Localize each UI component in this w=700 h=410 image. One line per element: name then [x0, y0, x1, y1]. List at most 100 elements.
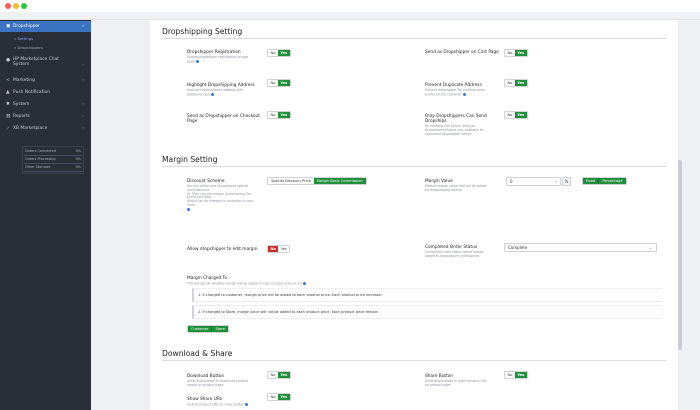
sidebar-item-push-notification[interactable]: ▲ Push Notification [0, 87, 91, 98]
field-label-send-checkout-page: Send as Dropshipper on Checkout Page [187, 114, 260, 124]
chevron-right-icon: › [82, 102, 84, 107]
info-icon [303, 282, 307, 285]
toggle-prevent-duplicate[interactable]: No Yes [504, 79, 528, 87]
chevron-right-icon: › [82, 126, 84, 131]
toggle-show-share-url[interactable]: No Yes [267, 393, 291, 401]
option-store[interactable]: Store [211, 326, 228, 332]
chevron-down-icon: › [82, 24, 84, 29]
margin-value-input[interactable]: 0 ⇕ [506, 177, 561, 186]
field-desc-share-button: Allow dropshipper to share product URL o… [425, 379, 487, 387]
scrollbar-thumb[interactable] [678, 160, 682, 350]
divider [162, 38, 666, 39]
stat-orders-completed: Orders Completed 0% [24, 149, 82, 156]
toggle-only-dropshippers[interactable]: No Yes [504, 111, 528, 119]
toggle-option-yes[interactable]: Yes [277, 372, 290, 378]
sidebar: ▣ Dropshipper › » Settings » Dropshipper… [0, 20, 91, 410]
completed-order-status-select[interactable]: Complete ⌄ [504, 243, 657, 252]
divider [162, 166, 666, 167]
field-desc-prevent-duplicate: Prevent dropshipper for creating same pr… [425, 88, 485, 97]
field-desc-only-dropshippers: By enabling this option, send as Dropshi… [425, 124, 484, 136]
field-desc-discount-scheme: You can either give dropshipper special … [187, 184, 255, 212]
toggle-option-yes[interactable]: Yes [514, 80, 527, 86]
window-titlebar [0, 0, 700, 12]
toggle-option-no[interactable]: No [268, 50, 278, 56]
field-desc-margin-value: Default margin value that will be added … [425, 184, 487, 192]
line-chart-icon: ⟋ [6, 126, 10, 132]
margin-type-selector[interactable]: Fixed Percentage [582, 177, 627, 185]
info-icon [462, 92, 466, 96]
cart-icon: ▣ [6, 24, 11, 29]
option-special-discount-price[interactable]: Special Discount Price [268, 178, 314, 184]
option-fixed[interactable]: Fixed [583, 178, 599, 184]
toggle-option-no[interactable]: No [268, 372, 278, 378]
toggle-option-yes[interactable]: Yes [514, 112, 527, 118]
field-label-edit-margin: Allow dropshipper to edit margin [187, 247, 258, 252]
sidebar-subitem-settings[interactable]: » Settings [14, 36, 33, 41]
option-percentage[interactable]: Percentage [598, 178, 626, 184]
toggle-option-yes[interactable]: Yes [277, 112, 290, 118]
settings-panel: Dropshipping Setting Dropshipper Registr… [150, 20, 678, 410]
sidebar-item-reports[interactable]: ▥ Reports › [0, 111, 91, 122]
stepper-icon[interactable]: ⇕ [554, 180, 557, 184]
toggle-highlight-address[interactable]: No Yes [267, 79, 291, 87]
toggle-dropshipper-registration[interactable]: No Yes [267, 49, 291, 57]
close-window-button[interactable] [5, 3, 11, 9]
field-desc-margin-charged-to: This will decide whether margin will be … [187, 282, 387, 286]
chat-icon: ● [6, 58, 11, 63]
toggle-share-button[interactable]: No Yes [504, 371, 528, 379]
sidebar-item-xb-marketplace[interactable]: ⟋ XB Marketplace › [0, 123, 91, 134]
browser-toolbar [0, 12, 700, 20]
toggle-send-cart-page[interactable]: No Yes [504, 49, 528, 57]
chevron-right-icon: › [82, 78, 84, 83]
stat-other-statuses: Other Statuses 0% [24, 165, 82, 172]
toggle-option-yes[interactable]: Yes [277, 80, 290, 86]
zoom-window-button[interactable] [21, 3, 27, 9]
toggle-download-button[interactable]: No Yes [267, 371, 291, 379]
note-charged-store: 2. If charged to Store, margin price wil… [192, 305, 662, 319]
toggle-option-yes[interactable]: Yes [277, 394, 290, 400]
divider [162, 360, 666, 361]
toggle-option-no[interactable]: No [505, 112, 515, 118]
discount-scheme-selector[interactable]: Special Discount Price Margin Basic Comm… [267, 177, 367, 185]
sidebar-item-marketing[interactable]: < Marketing › [0, 75, 91, 86]
section-title-dropshipping: Dropshipping Setting [162, 27, 243, 36]
bell-icon: ▲ [6, 90, 10, 95]
field-label-only-dropshippers: Only Dropshippers Can Send Dropships [425, 114, 487, 124]
toggle-option-no[interactable]: No [268, 246, 279, 252]
toggle-option-no[interactable]: No [505, 80, 515, 86]
info-icon [211, 92, 215, 96]
chevron-right-icon: › [82, 114, 84, 119]
toggle-option-yes[interactable]: Yes [514, 50, 527, 56]
minimize-window-button[interactable] [13, 3, 19, 9]
toggle-option-no[interactable]: No [505, 50, 515, 56]
option-margin-basic-commission[interactable]: Margin Basic Commission [313, 178, 366, 184]
toggle-option-no[interactable]: No [268, 80, 278, 86]
toggle-option-no[interactable]: No [268, 394, 278, 400]
stat-orders-processing: Orders Processing 0% [24, 157, 82, 164]
section-title-download-share: Download & Share [162, 349, 233, 358]
sidebar-item-dropshipper[interactable]: ▣ Dropshipper › [0, 21, 91, 32]
toggle-option-yes[interactable]: Yes [514, 372, 527, 378]
info-icon [244, 403, 248, 406]
bar-chart-icon: ▥ [6, 114, 11, 119]
field-desc-highlight-address: Highlight dropshipping address with addi… [187, 88, 243, 97]
share-icon: < [6, 78, 10, 83]
field-label-show-share-url: Show Share URL [187, 397, 223, 402]
gear-icon: ✱ [6, 102, 10, 107]
sidebar-subitem-dropshippers[interactable]: » Dropshippers [14, 45, 43, 50]
toggle-send-checkout-page[interactable]: No Yes [267, 111, 291, 119]
option-customer[interactable]: Customer [188, 326, 212, 332]
chevron-down-icon: ⌄ [648, 245, 652, 250]
sidebar-item-chat[interactable]: ● HP Marketplace Chat System › [0, 55, 91, 69]
info-icon [187, 207, 190, 211]
field-desc-dropshipper-registration: Enable dropshipper registration on sign … [187, 55, 249, 64]
field-label-margin-charged-to: Margin Charged To [187, 276, 228, 281]
toggle-option-no[interactable]: No [268, 112, 278, 118]
toggle-option-no[interactable]: No [505, 372, 515, 378]
margin-unit-addon: % [562, 177, 571, 186]
margin-charged-selector[interactable]: Customer Store [187, 325, 229, 333]
sidebar-item-system[interactable]: ✱ System › [0, 99, 91, 110]
toggle-option-yes[interactable]: Yes [278, 246, 290, 252]
toggle-option-yes[interactable]: Yes [277, 50, 290, 56]
toggle-edit-margin[interactable]: No Yes [267, 245, 291, 253]
